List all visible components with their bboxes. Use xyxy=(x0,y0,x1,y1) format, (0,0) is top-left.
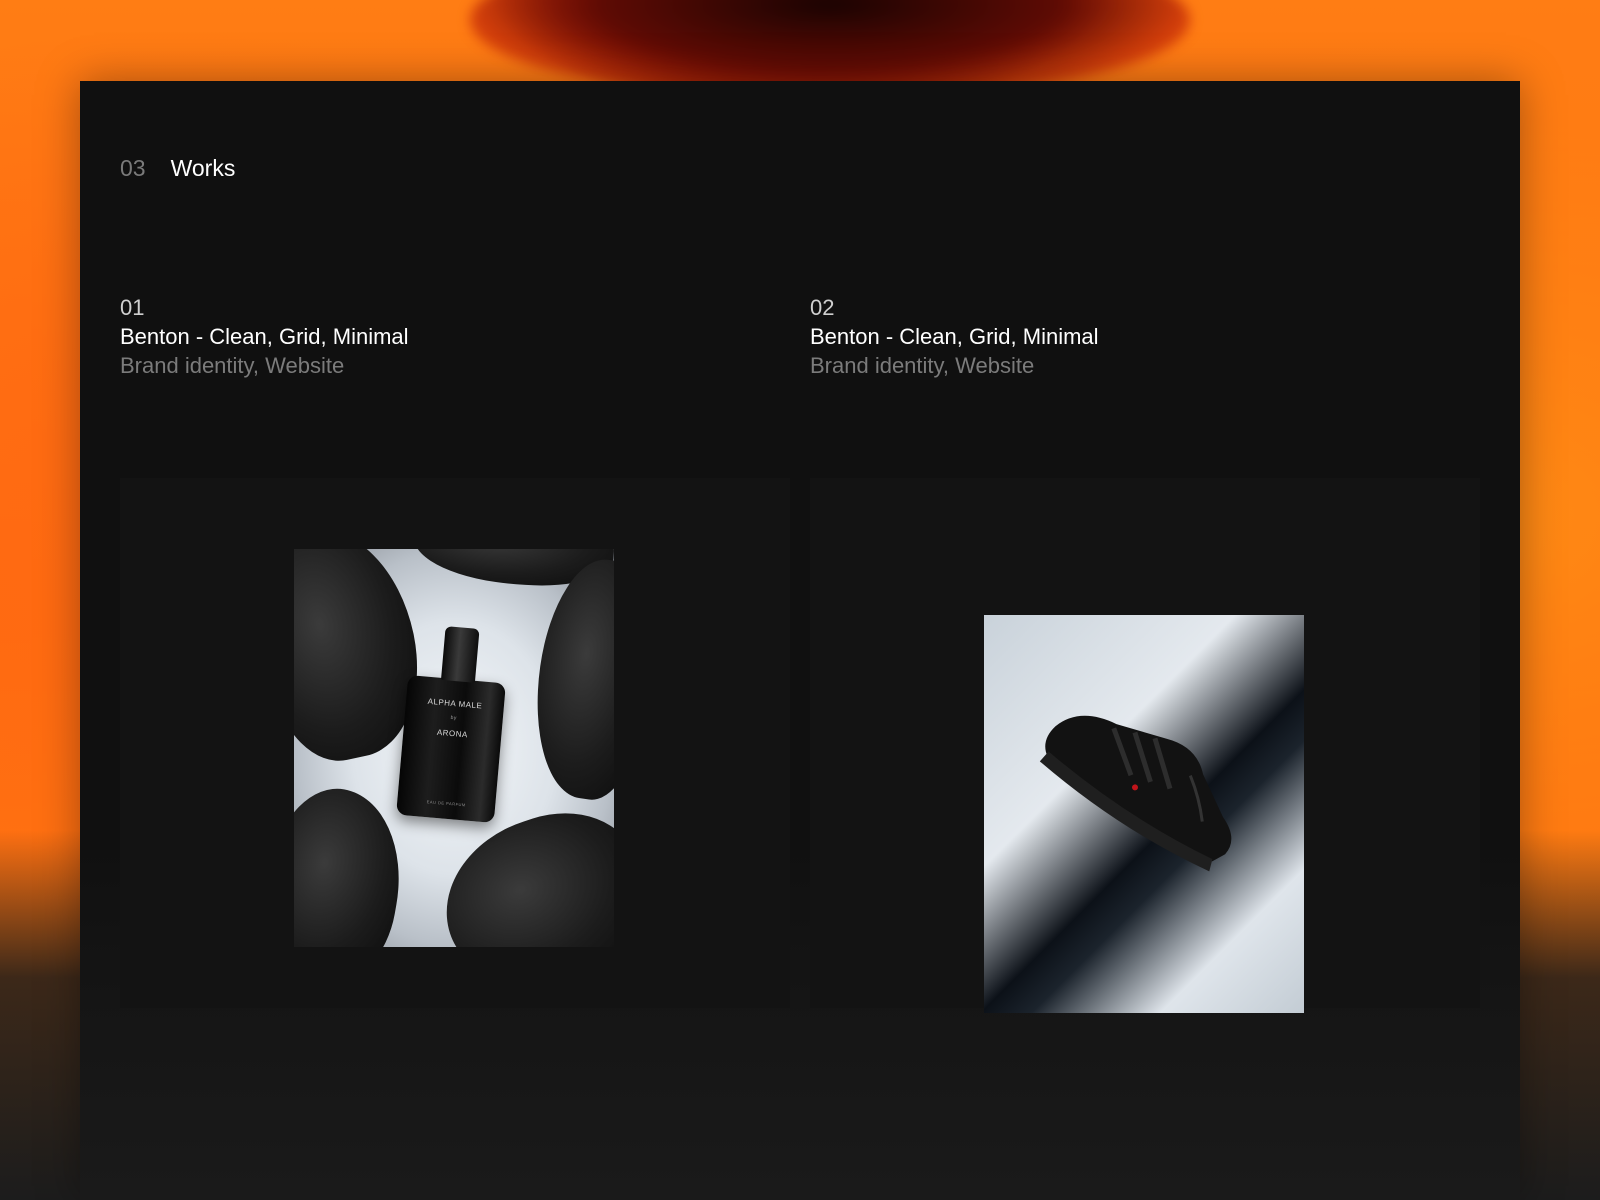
works-panel: 03 Works 01 Benton - Clean, Grid, Minima… xyxy=(80,81,1520,1200)
work-image-frame[interactable]: ALPHA MALE by ARONA EAU DE PARFUM xyxy=(120,478,790,1008)
bottle-cap xyxy=(440,626,480,683)
work-image-frame[interactable] xyxy=(810,478,1480,1013)
work-card-02[interactable]: 02 Benton - Clean, Grid, Minimal Brand i… xyxy=(810,293,1480,1013)
work-title[interactable]: Benton - Clean, Grid, Minimal xyxy=(810,322,1480,351)
bottle-label-line: ALPHA MALE xyxy=(427,696,483,711)
bottle-label-line: ARONA xyxy=(436,727,469,740)
work-tags: Brand identity, Website xyxy=(810,353,1035,378)
work-card-01[interactable]: 01 Benton - Clean, Grid, Minimal Brand i… xyxy=(120,293,790,1008)
sneaker-image[interactable] xyxy=(984,615,1304,1013)
section-header: 03 Works xyxy=(120,155,235,182)
work-number: 01 xyxy=(120,295,145,320)
bottle-label-line: EAU DE PARFUM xyxy=(426,799,466,808)
sneaker-icon xyxy=(1039,715,1232,872)
section-title: Works xyxy=(170,155,236,181)
bottle-label-line: by xyxy=(450,714,458,722)
section-number: 03 xyxy=(120,155,146,181)
work-title[interactable]: Benton - Clean, Grid, Minimal xyxy=(120,322,790,351)
work-number: 02 xyxy=(810,295,835,320)
rock-shape xyxy=(522,552,614,806)
work-tags: Brand identity, Website xyxy=(120,353,345,378)
perfume-bottle-image[interactable]: ALPHA MALE by ARONA EAU DE PARFUM xyxy=(294,549,614,947)
perfume-bottle: ALPHA MALE by ARONA EAU DE PARFUM xyxy=(396,626,506,824)
